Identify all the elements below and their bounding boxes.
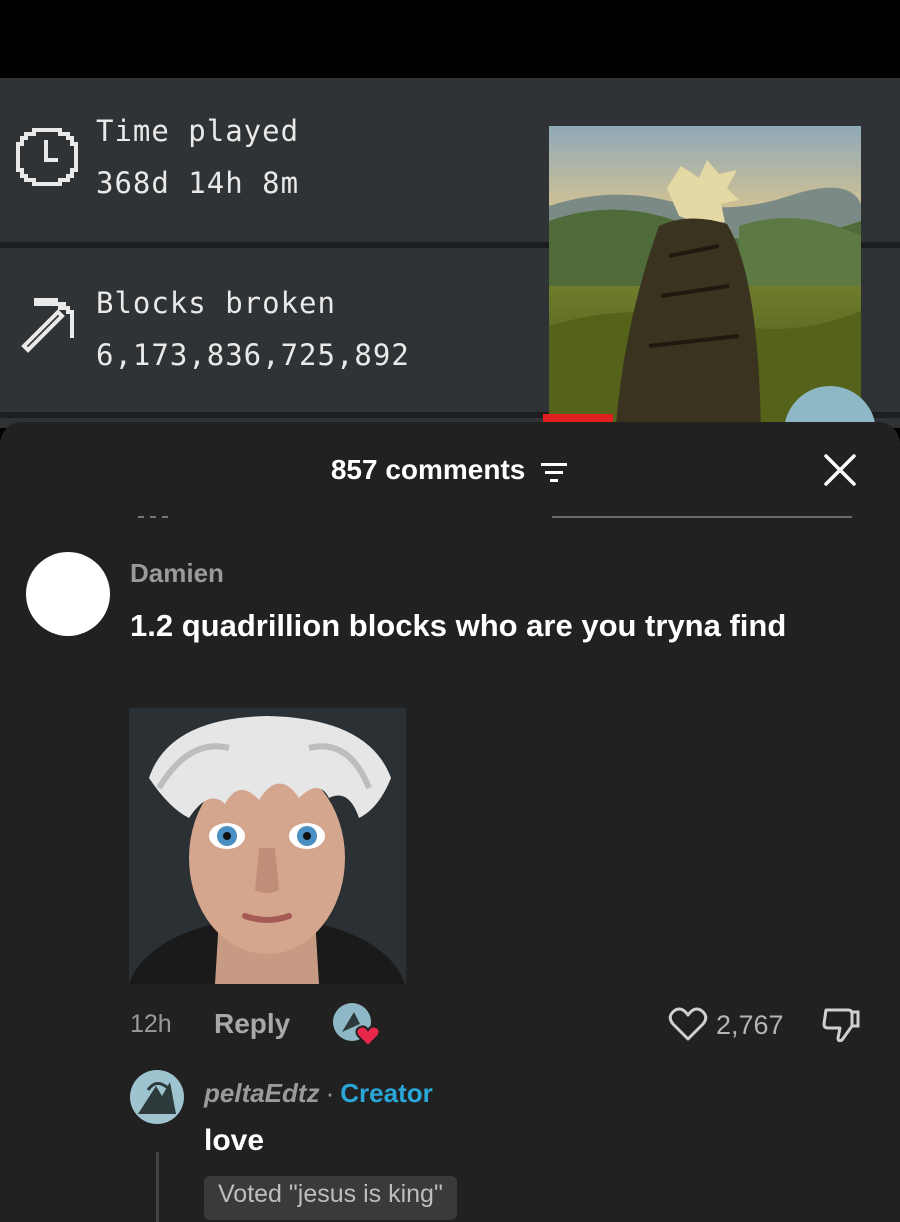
cut-off-row — [552, 504, 862, 518]
comments-count: 857 comments — [330, 454, 526, 485]
minecraft-stats-panel: Time played 368d 14h 8m Blocks broken 6,… — [0, 78, 900, 428]
creator-badge: Creator — [340, 1078, 433, 1108]
comments-sheet: 857 comments Damien 1.2 quadrillion bloc… — [0, 422, 900, 1222]
stat-label: Time played — [96, 114, 300, 148]
video-thumbnail[interactable] — [549, 126, 861, 428]
stat-value: 368d 14h 8m — [96, 166, 300, 200]
avatar[interactable] — [130, 1070, 184, 1124]
stat-label: Blocks broken — [96, 286, 336, 320]
dislike-icon[interactable] — [820, 1004, 864, 1044]
vote-chip: Voted "jesus is king" — [204, 1176, 457, 1220]
comment-image[interactable] — [129, 708, 406, 984]
pickaxe-icon — [21, 298, 74, 353]
avatar[interactable] — [26, 552, 110, 636]
like-count: 2,767 — [716, 1010, 784, 1040]
top-bar — [0, 0, 900, 78]
comment-text: 1.2 quadrillion blocks who are you tryna… — [130, 608, 787, 643]
stat-value: 6,173,836,725,892 — [96, 338, 410, 372]
reply-author: peltaEdtz · Creator — [204, 1078, 433, 1109]
reply-text: love — [204, 1124, 265, 1157]
separator-dot: · — [325, 1078, 335, 1108]
close-icon[interactable] — [822, 452, 858, 488]
comment-time: 12h — [130, 1010, 172, 1038]
reply-button[interactable]: Reply — [214, 1008, 290, 1040]
filter-icon[interactable] — [541, 461, 569, 483]
thread-line — [156, 1152, 159, 1222]
comments-header: 857 comments — [0, 454, 900, 486]
reply-username[interactable]: peltaEdtz — [204, 1078, 320, 1108]
creator-liked-badge — [333, 1003, 381, 1048]
cut-off-row — [136, 504, 176, 518]
like-heart-icon[interactable] — [668, 1006, 708, 1042]
comment-username[interactable]: Damien — [130, 558, 224, 589]
clock-icon — [16, 128, 78, 186]
